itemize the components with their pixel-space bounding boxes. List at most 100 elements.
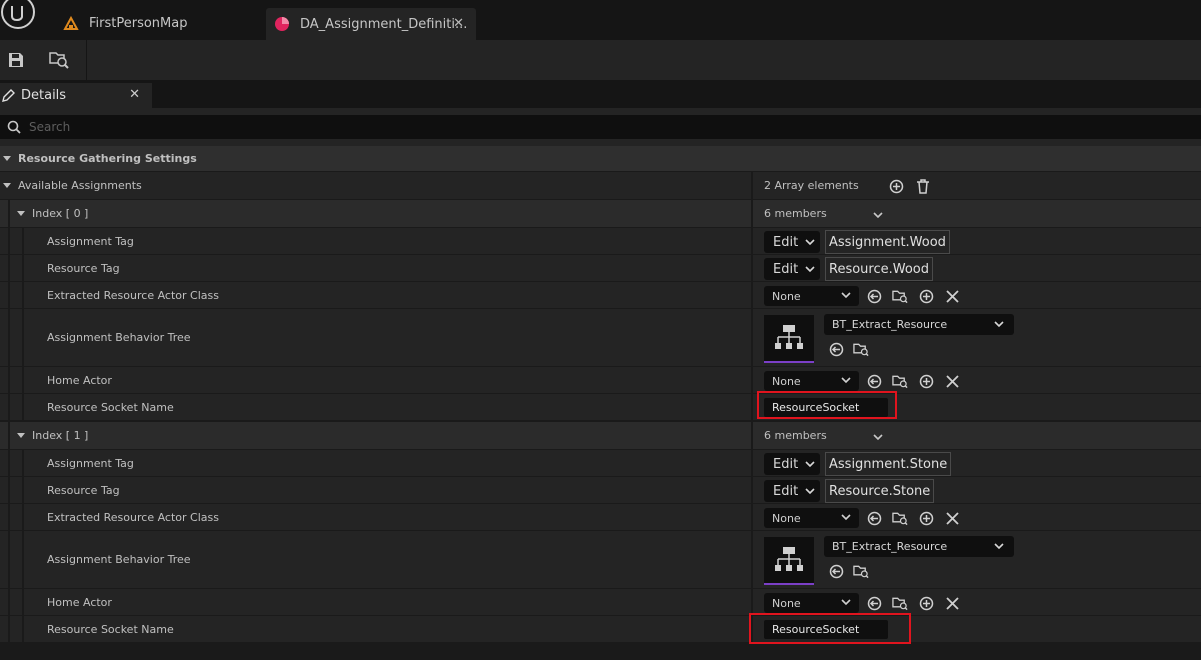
- edit-tag-button[interactable]: Edit: [764, 480, 820, 502]
- property-label: Resource Socket Name: [47, 622, 174, 636]
- use-selected-icon[interactable]: [828, 563, 844, 579]
- clear-icon[interactable]: [944, 510, 960, 526]
- unreal-logo-icon[interactable]: [0, 0, 38, 30]
- browse-folder-icon[interactable]: [853, 563, 869, 579]
- use-selected-icon[interactable]: [866, 373, 882, 389]
- edit-tag-button[interactable]: Edit: [764, 258, 820, 280]
- gameplay-tag-value[interactable]: Resource.Wood: [825, 257, 934, 281]
- behavior-tree-icon: [775, 325, 803, 349]
- array-index-1: Index [ 1 ] 6 members: [0, 422, 1201, 450]
- actor-picker-combo[interactable]: None: [764, 371, 859, 391]
- save-button[interactable]: [1, 46, 31, 74]
- actor-picker-combo[interactable]: None: [764, 593, 859, 613]
- chevron-down-icon: [994, 540, 1004, 553]
- column-splitter[interactable]: [751, 172, 753, 199]
- behavior-tree-asset-combo[interactable]: BT_Extract_Resource: [824, 536, 1014, 557]
- chevron-down-icon: [841, 511, 851, 524]
- property-row-home-actor: Home Actor None: [0, 589, 1201, 616]
- property-row-resource-tag: Resource Tag Edit Resource.Wood: [0, 255, 1201, 282]
- clear-icon[interactable]: [944, 595, 960, 611]
- search-icon: [7, 120, 21, 134]
- chevron-down-icon: [994, 318, 1004, 331]
- chevron-down-icon: [805, 262, 815, 277]
- search-input[interactable]: [29, 120, 629, 134]
- pencil-icon: [2, 89, 15, 102]
- chevron-down-icon: [841, 289, 851, 302]
- search-area: [0, 108, 1201, 146]
- browse-folder-icon[interactable]: [892, 510, 908, 526]
- category-label: Resource Gathering Settings: [18, 152, 197, 165]
- search-box: [0, 115, 1201, 139]
- members-count: 6 members: [764, 429, 827, 442]
- use-selected-icon[interactable]: [828, 341, 844, 357]
- add-icon[interactable]: [918, 510, 934, 526]
- browse-folder-icon[interactable]: [892, 373, 908, 389]
- index-label: Index [ 0 ]: [32, 207, 89, 220]
- close-icon[interactable]: ✕: [129, 87, 140, 102]
- tab-label: FirstPersonMap: [89, 15, 188, 31]
- data-asset-icon: [274, 16, 290, 32]
- chevron-down-icon[interactable]: [873, 209, 883, 222]
- behavior-tree-thumbnail[interactable]: [764, 315, 814, 363]
- chevron-down-icon: [805, 484, 815, 499]
- tab-details[interactable]: Details ✕: [0, 83, 152, 108]
- tab-first-person-map[interactable]: FirstPersonMap: [55, 8, 255, 38]
- edit-tag-button[interactable]: Edit: [764, 231, 820, 253]
- toolbar-separator: [86, 40, 87, 80]
- chevron-down-icon: [841, 374, 851, 387]
- expand-arrow-icon[interactable]: [17, 211, 25, 216]
- property-grid: Resource Gathering Settings Available As…: [0, 146, 1201, 660]
- gameplay-tag-value[interactable]: Assignment.Wood: [825, 230, 950, 254]
- gameplay-tag-value[interactable]: Resource.Stone: [825, 479, 935, 503]
- edit-tag-button[interactable]: Edit: [764, 453, 820, 475]
- behavior-tree-thumbnail[interactable]: [764, 537, 814, 585]
- chevron-down-icon: [805, 457, 815, 472]
- trash-icon[interactable]: [915, 178, 931, 194]
- index-label: Index [ 1 ]: [32, 429, 89, 442]
- tab-label: DA_Assignment_Definiti...: [300, 16, 468, 32]
- array-index-0: Index [ 0 ] 6 members: [0, 200, 1201, 228]
- add-icon[interactable]: [918, 288, 934, 304]
- browse-folder-icon[interactable]: [892, 595, 908, 611]
- tab-da-assignment-definition[interactable]: DA_Assignment_Definiti... ✕: [266, 8, 476, 40]
- close-icon[interactable]: ✕: [453, 16, 464, 31]
- behavior-tree-asset-combo[interactable]: BT_Extract_Resource: [824, 314, 1014, 335]
- toolbar: [0, 40, 1201, 80]
- property-row-assignment-tag: Assignment Tag Edit Assignment.Stone: [0, 450, 1201, 477]
- gameplay-tag-value[interactable]: Assignment.Stone: [825, 452, 952, 476]
- chevron-down-icon: [805, 235, 815, 250]
- property-row-assignment-behavior-tree: Assignment Behavior Tree BT_Extract_Reso…: [0, 531, 1201, 589]
- chevron-down-icon: [841, 596, 851, 609]
- property-label: Resource Tag: [47, 483, 120, 497]
- property-label: Resource Tag: [47, 261, 120, 275]
- browse-to-asset-button[interactable]: [44, 46, 74, 74]
- property-label: Assignment Behavior Tree: [47, 331, 191, 344]
- use-selected-icon[interactable]: [866, 595, 882, 611]
- class-picker-combo[interactable]: None: [764, 286, 859, 306]
- add-icon[interactable]: [918, 373, 934, 389]
- use-selected-icon[interactable]: [866, 288, 882, 304]
- expand-arrow-icon[interactable]: [3, 183, 11, 188]
- available-assignments-row: Available Assignments 2 Array elements: [0, 172, 1201, 200]
- property-label: Assignment Tag: [47, 456, 134, 470]
- property-label: Resource Socket Name: [47, 400, 174, 414]
- property-label: Assignment Behavior Tree: [47, 553, 191, 566]
- property-row-resource-socket-name: Resource Socket Name ResourceSocket: [0, 613, 1201, 644]
- property-label: Assignment Tag: [47, 234, 134, 248]
- category-resource-gathering[interactable]: Resource Gathering Settings: [0, 146, 1201, 172]
- browse-folder-icon[interactable]: [892, 288, 908, 304]
- clear-icon[interactable]: [944, 373, 960, 389]
- browse-folder-icon: [49, 52, 69, 69]
- property-row-resource-tag: Resource Tag Edit Resource.Stone: [0, 477, 1201, 504]
- chevron-down-icon[interactable]: [873, 431, 883, 444]
- add-element-icon[interactable]: [888, 178, 904, 194]
- clear-icon[interactable]: [944, 288, 960, 304]
- use-selected-icon[interactable]: [866, 510, 882, 526]
- class-picker-combo[interactable]: None: [764, 508, 859, 528]
- add-icon[interactable]: [918, 595, 934, 611]
- highlight-box: [749, 613, 911, 644]
- browse-folder-icon[interactable]: [853, 341, 869, 357]
- property-row-assignment-tag: Assignment Tag Edit Assignment.Wood: [0, 228, 1201, 255]
- expand-arrow-icon: [3, 156, 11, 161]
- expand-arrow-icon[interactable]: [17, 433, 25, 438]
